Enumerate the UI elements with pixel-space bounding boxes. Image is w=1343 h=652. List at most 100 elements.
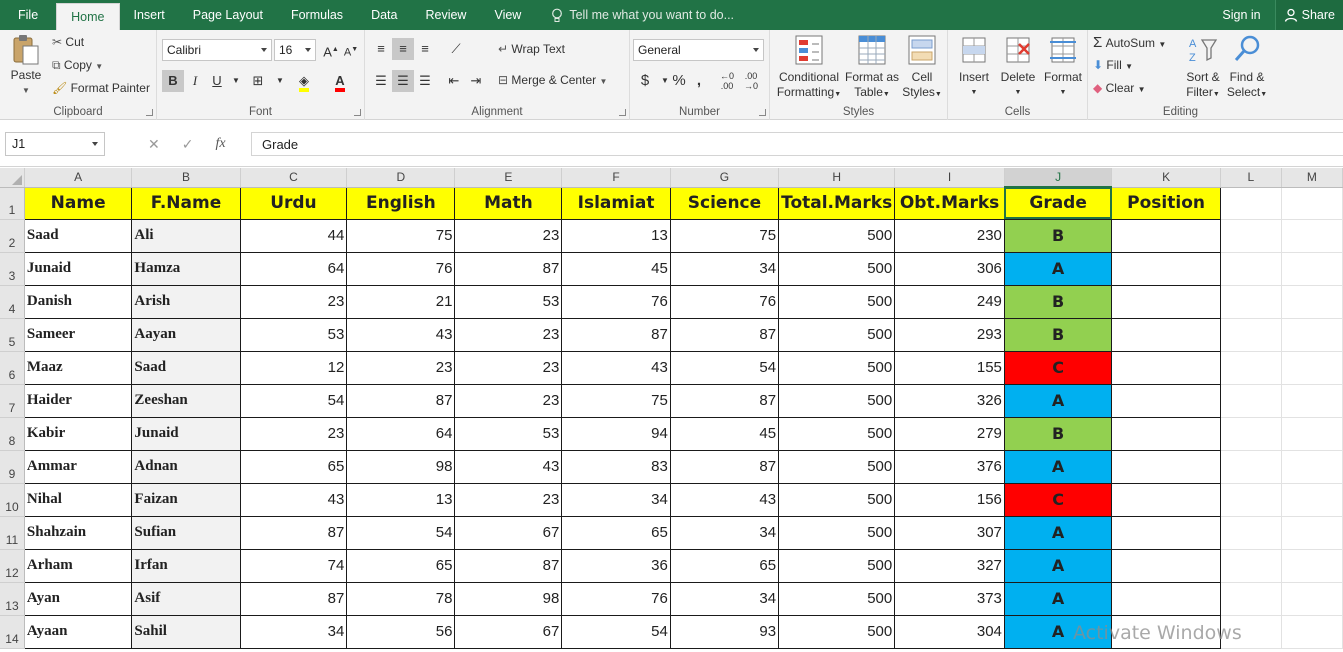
fname-cell[interactable]: Zeeshan <box>131 383 241 418</box>
number-cell[interactable]: 65 <box>346 548 456 583</box>
column-header[interactable]: G <box>670 168 780 188</box>
empty-cell[interactable] <box>1219 383 1282 418</box>
paste-button[interactable]: Paste ▼ <box>6 34 46 98</box>
align-top-icon[interactable]: ≡ <box>370 38 392 60</box>
confirm-icon[interactable]: ✓ <box>182 136 194 153</box>
name-box[interactable]: J1 <box>5 132 105 156</box>
insert-function-icon[interactable]: fx <box>215 136 225 152</box>
column-header[interactable]: J <box>1004 168 1113 188</box>
empty-cell[interactable] <box>1219 218 1282 253</box>
position-cell[interactable] <box>1111 581 1221 616</box>
position-cell[interactable] <box>1111 416 1221 451</box>
underline-dropdown-icon[interactable]: ▼ <box>225 70 247 92</box>
align-right-icon[interactable]: ☰ <box>414 70 436 92</box>
number-cell[interactable]: 500 <box>778 482 896 517</box>
name-cell[interactable]: Danish <box>23 284 133 319</box>
number-cell[interactable]: 98 <box>346 449 456 484</box>
number-cell[interactable]: 500 <box>778 581 896 616</box>
number-cell[interactable]: 21 <box>346 284 456 319</box>
number-cell[interactable]: 43 <box>561 350 671 385</box>
position-cell[interactable] <box>1111 482 1221 517</box>
number-cell[interactable]: 76 <box>561 284 671 319</box>
number-cell[interactable]: 65 <box>239 449 348 484</box>
number-cell[interactable]: 34 <box>239 614 348 649</box>
number-cell[interactable]: 249 <box>894 284 1005 319</box>
grade-cell[interactable]: A <box>1003 251 1113 286</box>
number-cell[interactable]: 500 <box>778 317 896 352</box>
number-cell[interactable]: 13 <box>561 218 671 253</box>
number-cell[interactable]: 23 <box>454 383 563 418</box>
number-cell[interactable]: 67 <box>454 614 563 649</box>
percent-button[interactable]: % <box>668 70 690 92</box>
row-header[interactable]: 10 <box>0 483 25 517</box>
row-header[interactable]: 7 <box>0 384 25 418</box>
position-cell[interactable] <box>1111 218 1221 253</box>
header-cell[interactable]: Math <box>454 186 563 220</box>
position-cell[interactable] <box>1111 515 1221 550</box>
number-cell[interactable]: 34 <box>669 581 780 616</box>
number-cell[interactable]: 75 <box>561 383 671 418</box>
number-cell[interactable]: 373 <box>894 581 1005 616</box>
column-header[interactable]: L <box>1220 168 1282 188</box>
name-cell[interactable]: Arham <box>23 548 133 583</box>
number-cell[interactable]: 36 <box>561 548 671 583</box>
row-header[interactable]: 11 <box>0 516 25 550</box>
align-center-icon[interactable]: ☰ <box>392 70 414 92</box>
cut-button[interactable]: ✂ Cut <box>52 35 84 49</box>
increase-decimal-icon[interactable]: ←0.00 <box>716 70 738 92</box>
number-cell[interactable]: 53 <box>239 317 348 352</box>
number-cell[interactable]: 54 <box>239 383 348 418</box>
empty-cell[interactable] <box>1280 350 1343 385</box>
fname-cell[interactable]: Saad <box>131 350 241 385</box>
number-cell[interactable]: 293 <box>894 317 1005 352</box>
number-cell[interactable]: 98 <box>454 581 563 616</box>
column-header[interactable]: E <box>454 168 563 188</box>
empty-cell[interactable] <box>1219 284 1282 319</box>
number-cell[interactable]: 93 <box>669 614 780 649</box>
column-header[interactable]: I <box>894 168 1005 188</box>
empty-cell[interactable] <box>1280 251 1343 286</box>
number-cell[interactable]: 43 <box>454 449 563 484</box>
sort-filter-button[interactable]: AZ Sort & Filter▼ <box>1182 34 1224 102</box>
name-cell[interactable]: Shahzain <box>23 515 133 550</box>
number-cell[interactable]: 12 <box>239 350 348 385</box>
fname-cell[interactable]: Irfan <box>131 548 241 583</box>
row-header[interactable]: 6 <box>0 351 25 385</box>
number-cell[interactable]: 500 <box>778 614 896 649</box>
name-cell[interactable]: Haider <box>23 383 133 418</box>
empty-cell[interactable] <box>1280 614 1343 649</box>
row-header[interactable]: 8 <box>0 417 25 451</box>
name-cell[interactable]: Nihal <box>23 482 133 517</box>
empty-cell[interactable] <box>1219 416 1282 451</box>
number-cell[interactable]: 34 <box>561 482 671 517</box>
position-cell[interactable] <box>1111 284 1221 319</box>
wrap-text-button[interactable]: ↵ Wrap Text <box>498 42 565 56</box>
number-cell[interactable]: 500 <box>778 416 896 451</box>
empty-cell[interactable] <box>1219 581 1282 616</box>
number-cell[interactable]: 87 <box>561 317 671 352</box>
tab-home[interactable]: Home <box>56 3 120 30</box>
header-cell[interactable]: English <box>346 186 456 220</box>
number-cell[interactable]: 87 <box>454 251 563 286</box>
sign-in-link[interactable]: Sign in <box>1208 8 1274 22</box>
fill-button[interactable]: ⬇ Fill ▼ <box>1093 58 1133 72</box>
number-cell[interactable]: 500 <box>778 251 896 286</box>
tab-data[interactable]: Data <box>357 0 411 30</box>
number-cell[interactable]: 230 <box>894 218 1005 253</box>
number-cell[interactable]: 23 <box>239 416 348 451</box>
empty-cell[interactable] <box>1280 548 1343 583</box>
grade-cell[interactable]: C <box>1003 482 1113 517</box>
number-cell[interactable]: 87 <box>669 449 780 484</box>
number-cell[interactable]: 500 <box>778 383 896 418</box>
number-cell[interactable]: 74 <box>239 548 348 583</box>
fname-cell[interactable]: Faizan <box>131 482 241 517</box>
font-size-select[interactable]: 16 <box>274 39 316 61</box>
align-bottom-icon[interactable]: ≡ <box>414 38 436 60</box>
number-cell[interactable]: 76 <box>561 581 671 616</box>
number-cell[interactable]: 54 <box>669 350 780 385</box>
decrease-indent-icon[interactable]: ⇤ <box>443 70 465 92</box>
number-cell[interactable]: 306 <box>894 251 1005 286</box>
empty-cell[interactable] <box>1280 449 1343 484</box>
column-header[interactable]: F <box>561 168 671 188</box>
grade-cell[interactable]: B <box>1003 317 1113 352</box>
